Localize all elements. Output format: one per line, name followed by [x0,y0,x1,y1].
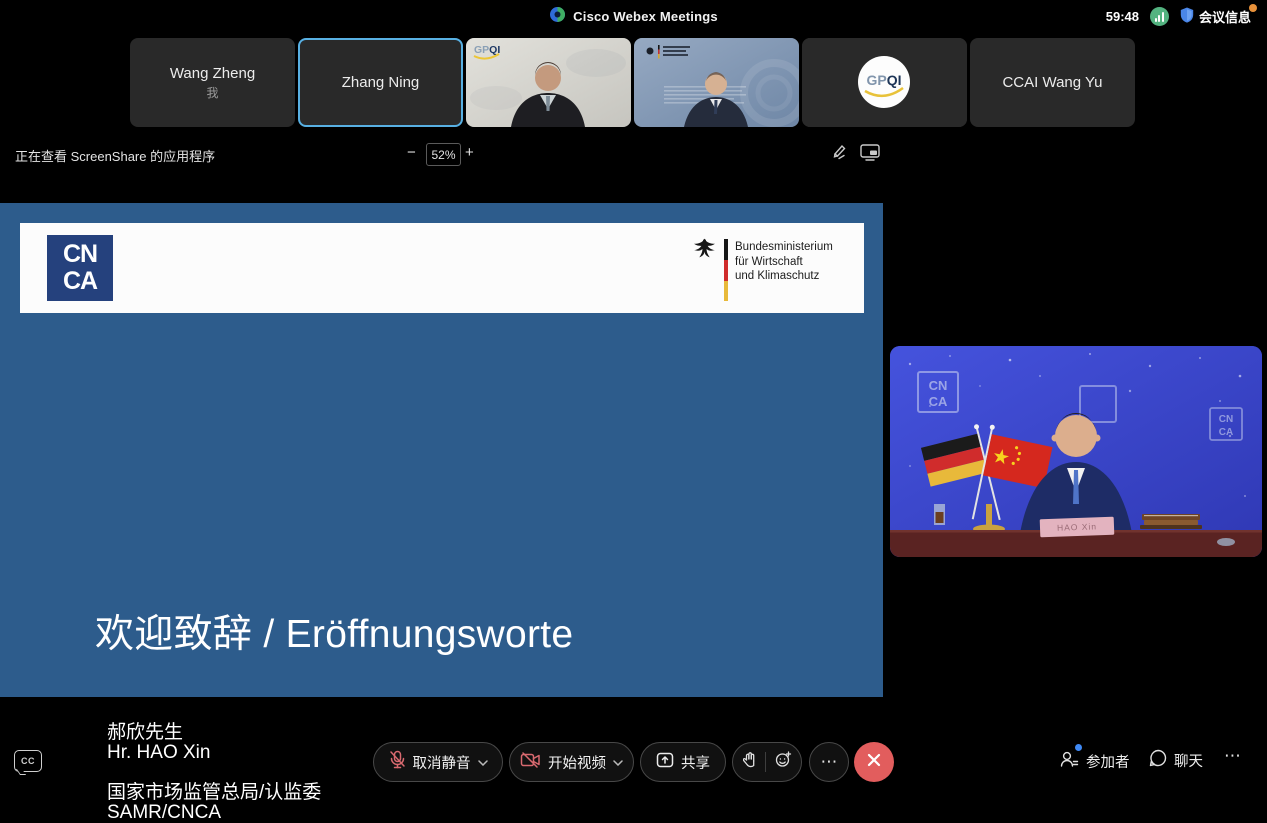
shared-slide: CN CA Bundesministerium für Wirtschaft u… [0,203,883,697]
video-options-chevron-icon[interactable] [613,753,623,771]
svg-text:CA: CA [1219,427,1233,438]
meeting-timer: 59:48 [1106,9,1139,24]
emoji-reactions-icon[interactable] [775,751,792,773]
reactions-pill [732,742,802,782]
participant-tile-video-bmwk-speaker[interactable] [634,38,799,127]
webex-logo-icon [549,6,566,28]
participants-label: 参加者 [1086,751,1130,772]
participant-tile-ccai-wang-yu[interactable]: CCAI Wang Yu [970,38,1135,127]
network-stats-icon[interactable] [1150,7,1169,26]
unmute-button[interactable]: 取消静音 [373,742,503,782]
floating-speaker-video[interactable]: CN CA CN CA [890,346,1262,557]
participant-name: Wang Zheng [170,65,255,82]
camera-off-icon [520,752,541,773]
slide-speaker-block: 郝欣先生 Hr. HAO Xin 国家市场监管总局/认监委 SAMR/CNCA [107,723,321,822]
zoom-out-button[interactable]: − [407,144,416,161]
slide-title: 欢迎致辞 / Eröffnungsworte [95,603,573,659]
mic-muted-icon [389,750,406,774]
participant-me-label: 我 [206,84,218,101]
german-stripe-icon [724,239,728,301]
cc-icon: CC [21,756,35,766]
more-panels-button[interactable]: ⋯ [1224,746,1241,766]
speaker-name-de: Hr. HAO Xin [107,743,321,763]
ministry-line3: und Klimaschutz [735,270,819,282]
start-video-button[interactable]: 开始视频 [509,742,634,782]
participant-name: Zhang Ning [342,74,420,91]
picture-in-picture-icon[interactable] [860,144,880,166]
chat-label: 聊天 [1174,750,1203,771]
participant-video-thumbnail [634,38,799,127]
share-button[interactable]: 共享 [640,742,726,782]
share-screen-icon [656,752,674,773]
cnca-logo-line1: CN [63,242,97,267]
leave-meeting-button[interactable] [854,742,894,782]
participant-video-thumbnail: GPQI [466,38,631,127]
raise-hand-icon[interactable] [743,752,756,773]
svg-text:GPQI: GPQI [474,44,500,56]
mic-options-chevron-icon[interactable] [478,753,488,771]
shield-icon [1180,7,1194,26]
ministry-line2: für Wirtschaft [735,256,803,268]
notification-dot [1249,4,1257,12]
close-x-icon [867,753,881,772]
share-view-tools [830,143,880,166]
zoom-level-value: 52% [426,143,461,166]
participant-tile-zhang-ning[interactable]: Zhang Ning [298,38,463,127]
speaker-video-scene: CN CA CN CA [890,346,1262,557]
titlebar: Cisco Webex Meetings 59:48 会议信息 [0,0,1267,33]
cnca-logo: CN CA [47,235,113,301]
annotate-icon[interactable] [830,143,848,166]
participants-badge-dot [1075,744,1082,751]
meeting-info-button[interactable]: 会议信息 [1180,7,1251,26]
gpqi-logo: GPQI [802,38,967,127]
participants-panel-button[interactable]: 参加者 [1058,748,1130,775]
chat-bubble-icon [1148,748,1168,773]
speaker-org-en: SAMR/CNCA [107,803,321,823]
svg-text:CN: CN [1219,414,1233,425]
svg-text:CA: CA [929,394,948,409]
zoom-in-button[interactable]: + [465,144,474,161]
cnca-logo-line2: CA [63,269,97,294]
meeting-info-label: 会议信息 [1199,7,1251,26]
more-options-glyph: ⋯ [821,752,838,772]
svg-text:CN: CN [929,378,948,393]
app-title: Cisco Webex Meetings [573,9,718,24]
svg-text:GPQI: GPQI [866,72,901,88]
screenshare-status: 正在查看 ScreenShare 的应用程序 [15,146,215,165]
unmute-label: 取消静音 [413,752,471,773]
participants-icon [1058,748,1080,775]
reactions-divider [765,752,766,772]
ministry-line1: Bundesministerium [735,241,833,253]
speaker-org-cn: 国家市场监管总局/认监委 [107,783,321,803]
titlebar-right: 59:48 会议信息 [1106,0,1251,33]
webex-window: Cisco Webex Meetings 59:48 会议信息 Wang Zhe… [0,0,1267,792]
start-video-label: 开始视频 [548,752,606,773]
federal-eagle-icon [692,237,717,266]
speaker-name-cn: 郝欣先生 [107,723,321,743]
ministry-logo: Bundesministerium für Wirtschaft und Kli… [692,237,833,301]
participant-name: CCAI Wang Yu [1002,74,1102,91]
chat-panel-button[interactable]: 聊天 [1148,748,1203,773]
closed-captions-button[interactable]: CC [14,750,42,772]
participant-tile-gpqi-logo[interactable]: GPQI [802,38,967,127]
ministry-text: Bundesministerium für Wirtschaft und Kli… [735,237,833,284]
titlebar-center: Cisco Webex Meetings [0,0,1267,33]
slide-header-band: CN CA Bundesministerium für Wirtschaft u… [20,223,864,313]
video-nameplate: HAO Xin [1057,521,1097,532]
participant-tile-wang-zheng[interactable]: Wang Zheng 我 [130,38,295,127]
more-options-button[interactable]: ⋯ [809,742,849,782]
share-label: 共享 [681,752,710,773]
participant-tile-video-gpqi-speaker[interactable]: GPQI [466,38,631,127]
